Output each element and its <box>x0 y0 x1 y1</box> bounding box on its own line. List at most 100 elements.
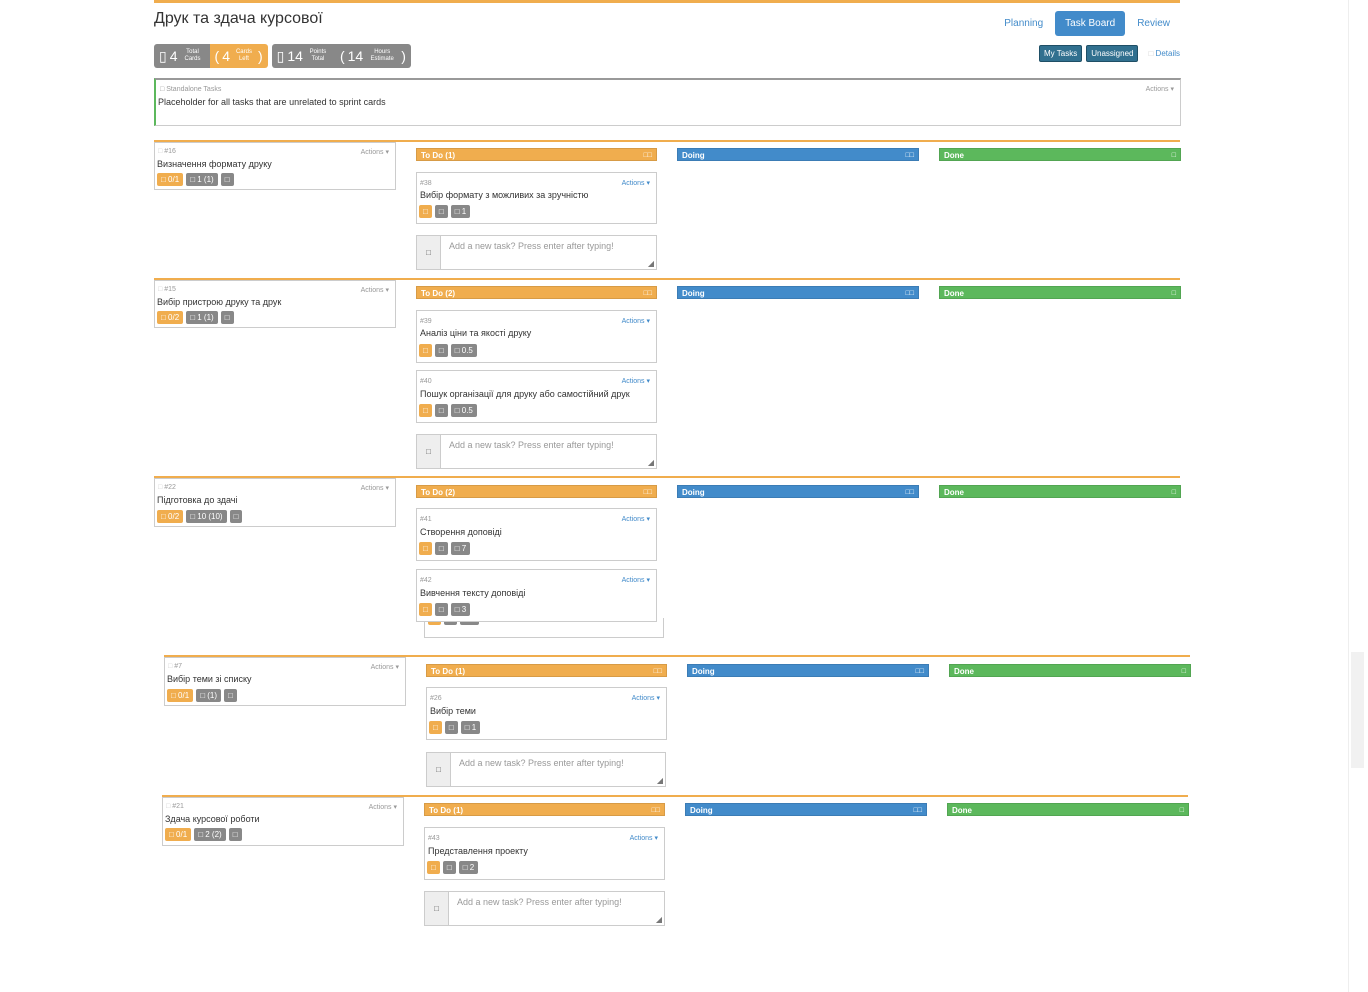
column-toggle-icons[interactable]: □□ <box>906 149 914 162</box>
status-badge[interactable]: □ <box>434 205 448 218</box>
todo-label: To Do (2) <box>421 289 456 298</box>
task-actions-menu[interactable]: Actions ▾ <box>632 694 660 702</box>
add-task-input[interactable]: Add a new task? Press enter after typing… <box>441 435 656 468</box>
card-actions-menu[interactable]: Actions ▾ <box>371 663 399 671</box>
hours-badge[interactable]: □ 3 <box>450 603 471 616</box>
assign-badge[interactable]: □ <box>229 510 243 523</box>
owner-badge[interactable]: □ <box>419 404 432 417</box>
card-actions-menu[interactable]: Actions ▾ <box>369 803 397 811</box>
card-actions-menu[interactable]: Actions ▾ <box>361 148 389 156</box>
column-toggle-icons[interactable]: □□ <box>914 804 922 817</box>
add-task-button[interactable]: □ <box>427 753 451 786</box>
assign-badge[interactable]: □ <box>220 173 234 186</box>
task-actions-menu[interactable]: Actions ▾ <box>622 377 650 385</box>
add-task-placeholder: Add a new task? Press enter after typing… <box>457 897 622 907</box>
tasks-badge[interactable]: □ 0/1 <box>167 689 194 702</box>
task-card[interactable]: #38 Actions ▾ Вибір формату з можливих з… <box>416 172 657 224</box>
owner-badge[interactable]: □ <box>419 603 432 616</box>
add-task-button[interactable]: □ <box>425 892 449 925</box>
status-badge[interactable]: □ <box>434 603 448 616</box>
sprint-card[interactable]: #16 Actions ▾ Визначення формату друку □… <box>154 142 396 190</box>
hours-badge[interactable]: □ 0.5 <box>450 404 477 417</box>
resize-grip-icon[interactable]: ◢ <box>656 915 662 924</box>
resize-grip-icon[interactable]: ◢ <box>648 259 654 268</box>
task-actions-menu[interactable]: Actions ▾ <box>622 317 650 325</box>
status-badge[interactable]: □ <box>442 861 456 874</box>
column-toggle-icons[interactable]: □□ <box>654 665 662 678</box>
tab-review[interactable]: Review <box>1127 11 1180 36</box>
column-toggle-icon[interactable]: □ <box>1172 486 1176 499</box>
hours-badge[interactable]: □ 1 <box>460 721 481 734</box>
tasks-badge[interactable]: □ 0/1 <box>165 828 192 841</box>
column-toggle-icons[interactable]: □□ <box>644 149 652 162</box>
card-actions-menu[interactable]: Actions ▾ <box>361 286 389 294</box>
status-badge[interactable]: □ <box>434 344 448 357</box>
task-card[interactable]: #43 Actions ▾ Представлення проекту □ □ … <box>424 827 665 880</box>
task-actions-menu[interactable]: Actions ▾ <box>622 515 650 523</box>
column-toggle-icons[interactable]: □□ <box>644 287 652 300</box>
tasks-badge[interactable]: □ 0/2 <box>157 510 184 523</box>
tasks-badge[interactable]: □ 0/1 <box>157 173 184 186</box>
card-actions-menu[interactable]: Actions ▾ <box>361 484 389 492</box>
tab-planning[interactable]: Planning <box>994 11 1053 36</box>
caret-down-icon: ▾ <box>644 180 650 187</box>
resize-grip-icon[interactable]: ◢ <box>648 458 654 467</box>
owner-badge[interactable]: □ <box>419 205 432 218</box>
points-badge[interactable]: □ 10 (10) <box>186 510 227 523</box>
done-label: Done <box>954 667 974 676</box>
task-card[interactable]: #26 Actions ▾ Вибір теми □ □ □ 1 <box>426 687 667 740</box>
sprint-card[interactable]: #22 Actions ▾ Підготовка до здачі □ 0/2 … <box>154 478 396 527</box>
sprint-card[interactable]: #21 Actions ▾ Здача курсової роботи □ 0/… <box>162 797 404 846</box>
hours-badge[interactable]: □ 1 <box>450 205 471 218</box>
column-toggle-icons[interactable]: □□ <box>906 486 914 499</box>
task-actions-menu[interactable]: Actions ▾ <box>622 179 650 187</box>
column-toggle-icons[interactable]: □□ <box>652 804 660 817</box>
task-card[interactable]: #41 Actions ▾ Створення доповіді □ □ □ 7 <box>416 508 657 561</box>
owner-badge[interactable]: □ <box>429 721 442 734</box>
sprint-card[interactable]: #15 Actions ▾ Вибір пристрою друку та др… <box>154 280 396 328</box>
task-card[interactable]: #42 Actions ▾ Вивчення тексту доповіді □… <box>416 569 657 622</box>
column-toggle-icon[interactable]: □ <box>1182 665 1186 678</box>
standalone-actions-menu[interactable]: Actions ▾ <box>1146 85 1174 93</box>
hours-badge[interactable]: □ 7 <box>450 542 471 555</box>
add-task-input[interactable]: Add a new task? Press enter after typing… <box>441 236 656 269</box>
sprint-card[interactable]: #7 Actions ▾ Вибір теми зі списку □ 0/1 … <box>164 657 406 706</box>
add-task-button[interactable]: □ <box>417 435 441 468</box>
points-badge[interactable]: □ (1) <box>196 689 222 702</box>
add-task-input[interactable]: Add a new task? Press enter after typing… <box>451 753 665 786</box>
assign-badge[interactable]: □ <box>228 828 242 841</box>
assign-badge[interactable]: □ <box>224 689 237 702</box>
column-toggle-icon[interactable]: □ <box>1180 804 1184 817</box>
column-toggle-icon[interactable]: □ <box>1172 149 1176 162</box>
owner-badge[interactable]: □ <box>419 542 432 555</box>
column-toggle-icon[interactable]: □ <box>1172 287 1176 300</box>
points-badge[interactable]: □ 1 (1) <box>186 173 218 186</box>
task-actions-menu[interactable]: Actions ▾ <box>630 834 658 842</box>
status-badge[interactable]: □ <box>434 542 448 555</box>
hours-badge[interactable]: □ 0.5 <box>450 344 477 357</box>
my-tasks-button[interactable]: My Tasks <box>1039 45 1083 62</box>
add-task-button[interactable]: □ <box>417 236 441 269</box>
resize-grip-icon[interactable]: ◢ <box>657 776 663 785</box>
task-actions-menu[interactable]: Actions ▾ <box>622 576 650 584</box>
column-toggle-icons[interactable]: □□ <box>916 665 924 678</box>
owner-badge[interactable]: □ <box>419 344 432 357</box>
status-badge[interactable]: □ <box>434 404 448 417</box>
task-card[interactable]: #39 Actions ▾ Аналіз ціни та якості друк… <box>416 310 657 363</box>
points-badge[interactable]: □ 2 (2) <box>194 828 226 841</box>
status-badge[interactable]: □ <box>444 721 458 734</box>
add-task-input[interactable]: Add a new task? Press enter after typing… <box>449 892 664 925</box>
details-toggle[interactable]: □ Details <box>1148 49 1180 58</box>
scrollbar[interactable] <box>1351 652 1364 768</box>
task-number: #43 <box>428 835 440 842</box>
unassigned-button[interactable]: Unassigned <box>1086 45 1139 62</box>
column-toggle-icons[interactable]: □□ <box>644 486 652 499</box>
points-badge[interactable]: □ 1 (1) <box>186 311 218 324</box>
tab-task-board[interactable]: Task Board <box>1055 11 1126 36</box>
hours-badge[interactable]: □ 2 <box>458 861 479 874</box>
column-toggle-icons[interactable]: □□ <box>906 287 914 300</box>
assign-badge[interactable]: □ <box>220 311 234 324</box>
task-card[interactable]: #40 Actions ▾ Пошук організації для друк… <box>416 370 657 423</box>
owner-badge[interactable]: □ <box>427 861 440 874</box>
tasks-badge[interactable]: □ 0/2 <box>157 311 184 324</box>
